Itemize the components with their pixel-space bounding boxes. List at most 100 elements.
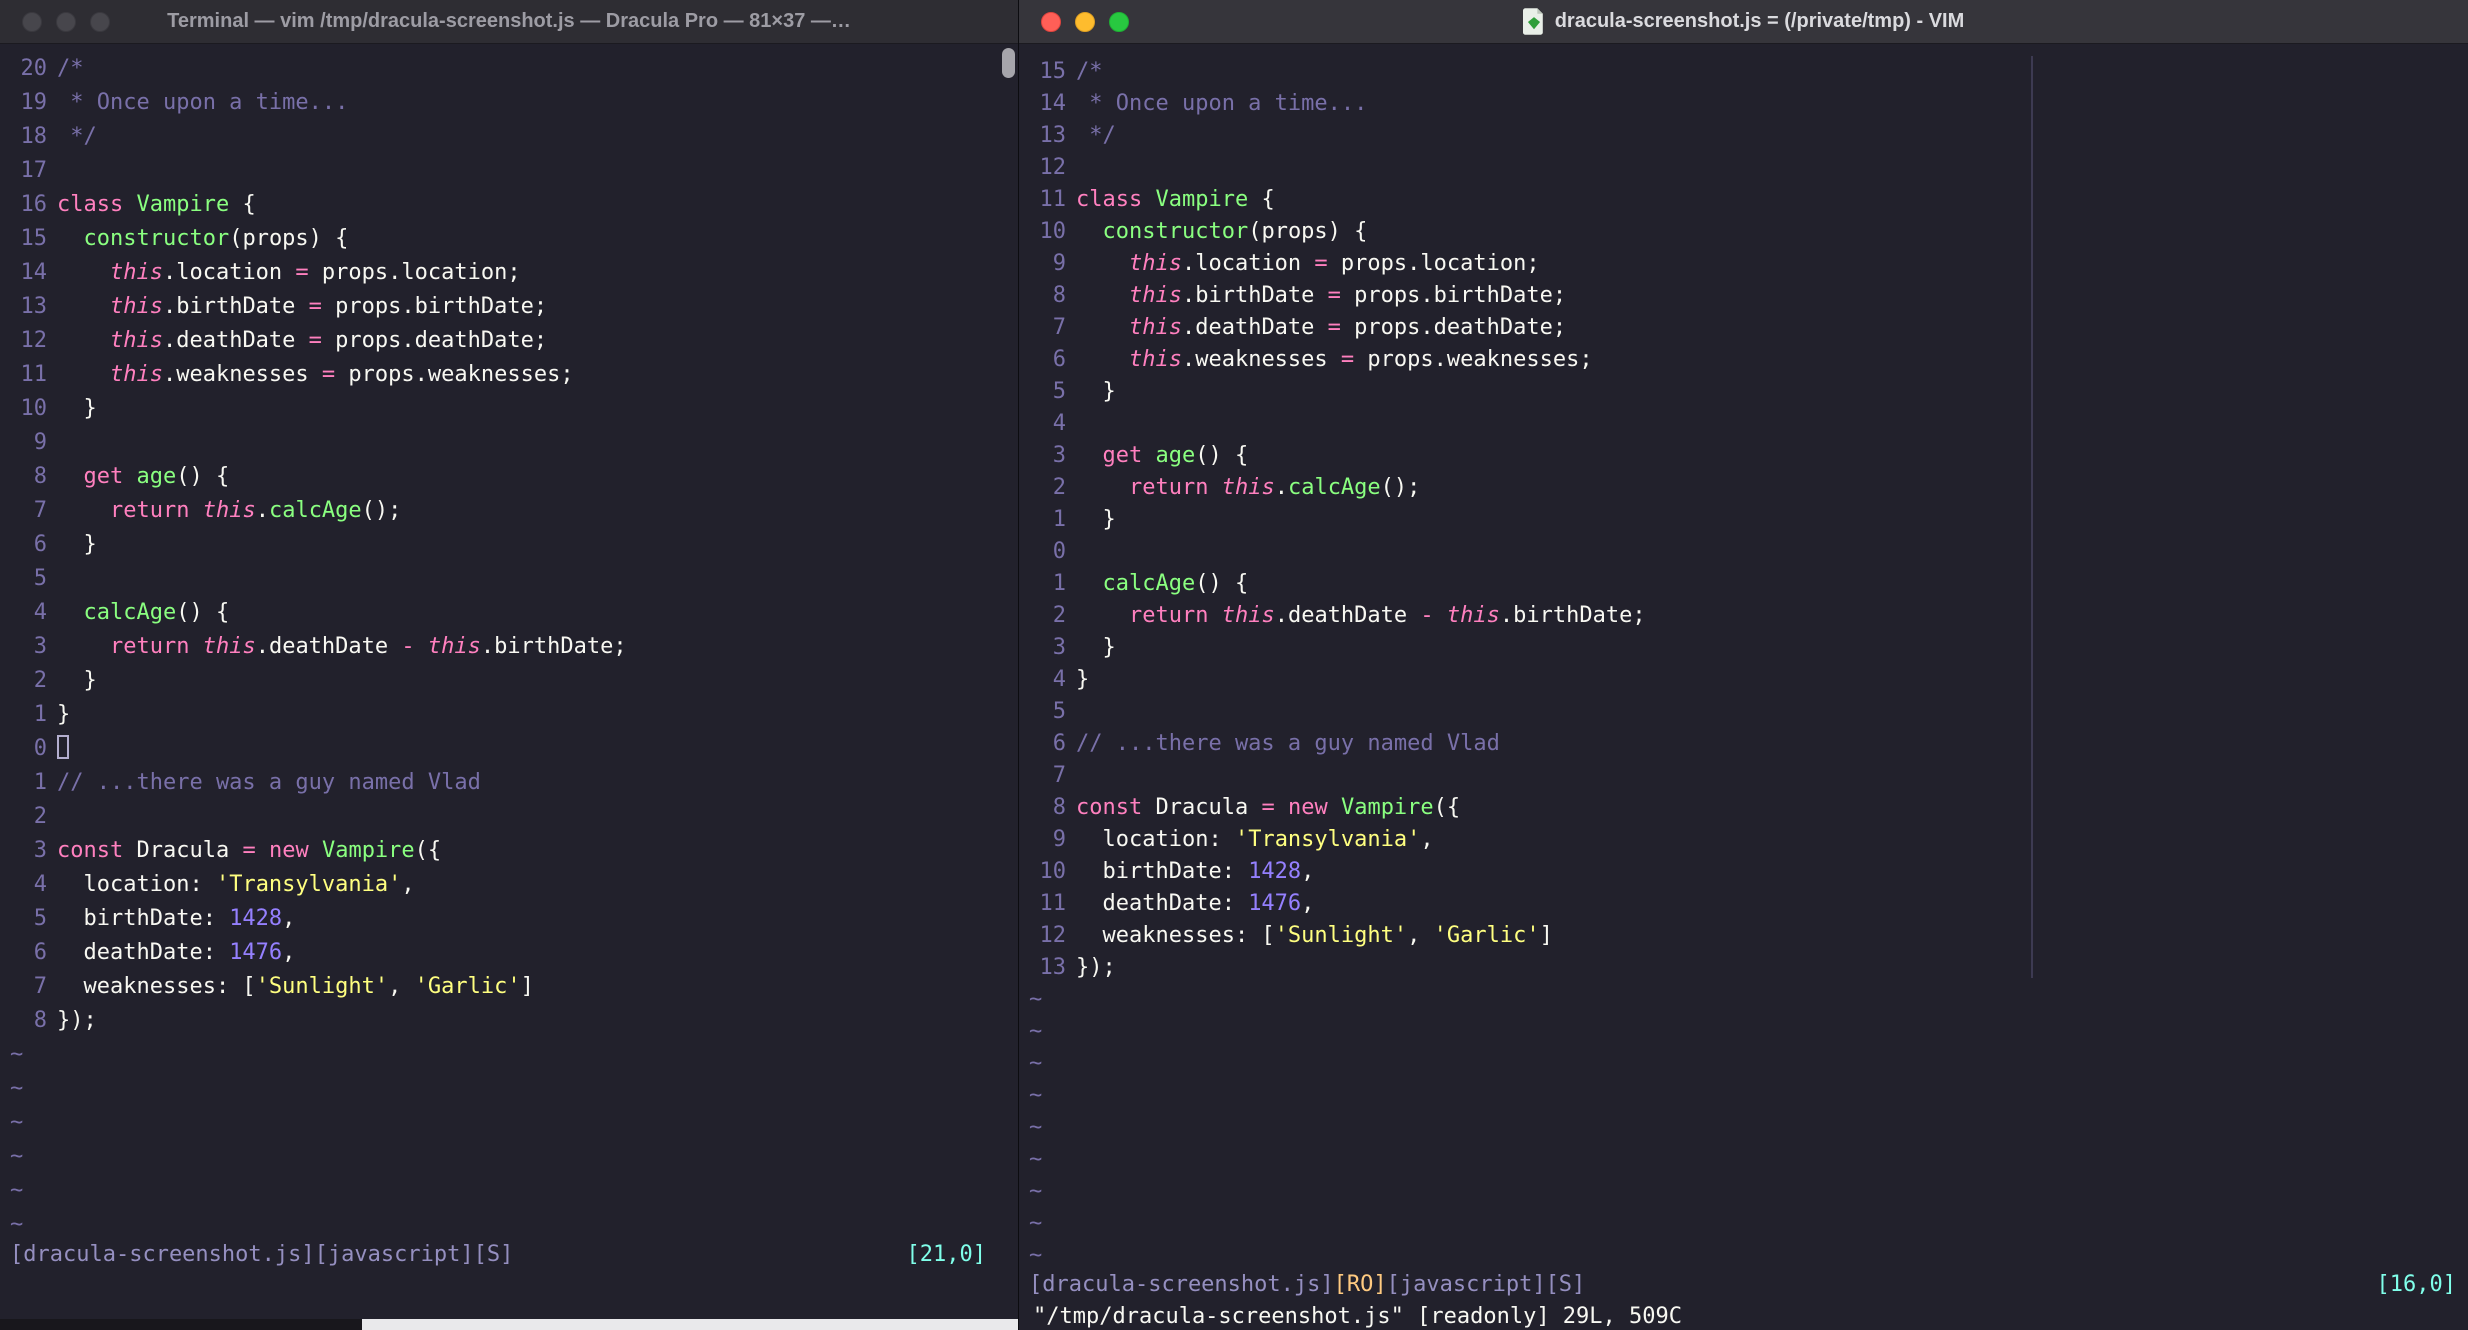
- code-token: .weaknesses: [162, 362, 322, 387]
- code-line[interactable]: 1 }: [1019, 504, 2468, 536]
- code-line[interactable]: 14 * Once upon a time...: [1019, 88, 2468, 120]
- code-line[interactable]: 5 }: [1019, 376, 2468, 408]
- code-token: (props) {: [1248, 219, 1368, 244]
- code-line[interactable]: 5: [1019, 696, 2468, 728]
- code-line[interactable]: 10 }: [0, 392, 1018, 426]
- code-line[interactable]: 6 deathDate: 1476,: [0, 936, 1018, 970]
- line-number: 5: [33, 566, 47, 591]
- line-number: 3: [1052, 443, 1066, 468]
- code-token: () {: [176, 600, 230, 625]
- line-number: 6: [33, 532, 47, 557]
- code-line[interactable]: 8 get age() {: [0, 460, 1018, 494]
- code-line[interactable]: 15 /*: [1019, 56, 2468, 88]
- close-button[interactable]: [22, 11, 42, 32]
- code-line[interactable]: 15 constructor(props) {: [0, 222, 1018, 256]
- tilde-line: ~: [0, 1208, 1018, 1242]
- code-line[interactable]: 4 location: 'Transylvania',: [0, 868, 1018, 902]
- line-number: 13: [1039, 123, 1067, 148]
- code-line[interactable]: 9: [0, 426, 1018, 460]
- code-line[interactable]: 2 return this.calcAge();: [1019, 472, 2468, 504]
- code-text: }: [57, 668, 96, 693]
- code-line[interactable]: 8 this.birthDate = props.birthDate;: [1019, 280, 2468, 312]
- code-line[interactable]: 1}: [0, 698, 1018, 732]
- code-line[interactable]: 0: [0, 732, 1018, 766]
- code-token: .birthDate: [162, 294, 309, 319]
- code-token: ,: [1301, 859, 1315, 884]
- code-line[interactable]: 16 class Vampire {: [0, 188, 1018, 222]
- code-line[interactable]: 12: [1019, 152, 2468, 184]
- code-line[interactable]: 4: [1019, 408, 2468, 440]
- minimize-button[interactable]: [1075, 11, 1095, 32]
- code-line[interactable]: 10 birthDate: 1428,: [1019, 856, 2468, 888]
- code-line[interactable]: 20 /*: [0, 52, 1018, 86]
- code-line[interactable]: 6 }: [0, 528, 1018, 562]
- code-line[interactable]: 7: [1019, 760, 2468, 792]
- code-line[interactable]: 4 calcAge() {: [0, 596, 1018, 630]
- code-token: .deathDate: [1274, 603, 1421, 628]
- editor-text-area[interactable]: 15/* 14 * Once upon a time... 13 */12 11 cla…: [1019, 56, 2468, 1272]
- code-line[interactable]: 14 this.location = props.location;: [0, 256, 1018, 290]
- code-line[interactable]: 0: [1019, 536, 2468, 568]
- minimize-button[interactable]: [56, 11, 76, 32]
- code-line[interactable]: 8 const Dracula = new Vampire({: [1019, 792, 2468, 824]
- code-line[interactable]: 9 location: 'Transylvania',: [1019, 824, 2468, 856]
- code-token: age: [1155, 443, 1196, 468]
- code-line[interactable]: 13 */: [1019, 120, 2468, 152]
- code-line[interactable]: 4}: [1019, 664, 2468, 696]
- close-button[interactable]: [1041, 11, 1061, 32]
- code-line[interactable]: 6 // ...there was a guy named Vlad: [1019, 728, 2468, 760]
- code-token: 'Garlic': [1433, 923, 1540, 948]
- code-line[interactable]: 2 return this.deathDate - this.birthDate…: [1019, 600, 2468, 632]
- line-number: 8: [1052, 795, 1066, 820]
- zoom-button[interactable]: [90, 11, 110, 32]
- code-line[interactable]: 6 this.weaknesses = props.weaknesses;: [1019, 344, 2468, 376]
- code-line[interactable]: 17: [0, 154, 1018, 188]
- code-line[interactable]: 11 class Vampire {: [1019, 184, 2468, 216]
- line-number: 4: [33, 600, 47, 625]
- code-line[interactable]: 7 weaknesses: ['Sunlight', 'Garlic']: [0, 970, 1018, 1004]
- code-line[interactable]: 3 return this.deathDate - this.birthDate…: [0, 630, 1018, 664]
- code-text: location: 'Transylvania',: [1076, 827, 1433, 852]
- code-text: constructor(props) {: [1076, 219, 1368, 244]
- code-token: * Once upon a time...: [57, 90, 349, 115]
- code-line[interactable]: 19 * Once upon a time...: [0, 86, 1018, 120]
- code-line[interactable]: 1 // ...there was a guy named Vlad: [0, 766, 1018, 800]
- code-line[interactable]: 11 deathDate: 1476,: [1019, 888, 2468, 920]
- code-text: return this.calcAge();: [1076, 475, 1420, 500]
- macvim-titlebar[interactable]: dracula-screenshot.js = (/private/tmp) -…: [1019, 0, 2468, 44]
- code-line[interactable]: 13});: [1019, 952, 2468, 984]
- zoom-button[interactable]: [1109, 11, 1129, 32]
- tilde-marker: ~: [1029, 1083, 1043, 1108]
- editor-text-area[interactable]: 20/* 19 * Once upon a time... 18 */17 16 cla…: [0, 52, 1018, 1242]
- code-line[interactable]: 7 return this.calcAge();: [0, 494, 1018, 528]
- code-line[interactable]: 3 get age() {: [1019, 440, 2468, 472]
- line-number: 12: [1039, 923, 1067, 948]
- terminal-titlebar[interactable]: Terminal — vim /tmp/dracula-screenshot.j…: [0, 0, 1018, 44]
- code-line[interactable]: 5: [0, 562, 1018, 596]
- code-line[interactable]: 8});: [0, 1004, 1018, 1038]
- code-line[interactable]: 2 }: [0, 664, 1018, 698]
- code-line[interactable]: 3 }: [1019, 632, 2468, 664]
- code-line[interactable]: 5 birthDate: 1428,: [0, 902, 1018, 936]
- code-text: /*: [1076, 59, 1103, 84]
- code-line[interactable]: 1 calcAge() {: [1019, 568, 2468, 600]
- code-line[interactable]: 12 weaknesses: ['Sunlight', 'Garlic']: [1019, 920, 2468, 952]
- code-text: constructor(props) {: [57, 226, 349, 251]
- code-line[interactable]: 2: [0, 800, 1018, 834]
- scrollbar-thumb[interactable]: [1002, 48, 1015, 78]
- code-line[interactable]: 12 this.deathDate = props.deathDate;: [0, 324, 1018, 358]
- tilde-marker: ~: [1029, 1051, 1043, 1076]
- code-line[interactable]: 9 this.location = props.location;: [1019, 248, 2468, 280]
- code-line[interactable]: 3 const Dracula = new Vampire({: [0, 834, 1018, 868]
- code-line[interactable]: 18 */: [0, 120, 1018, 154]
- code-line[interactable]: 10 constructor(props) {: [1019, 216, 2468, 248]
- code-line[interactable]: 13 this.birthDate = props.birthDate;: [0, 290, 1018, 324]
- code-line[interactable]: 7 this.deathDate = props.deathDate;: [1019, 312, 2468, 344]
- code-text: deathDate: 1476,: [1076, 891, 1314, 916]
- code-token: return: [109, 498, 190, 523]
- code-line[interactable]: 11 this.weaknesses = props.weaknesses;: [0, 358, 1018, 392]
